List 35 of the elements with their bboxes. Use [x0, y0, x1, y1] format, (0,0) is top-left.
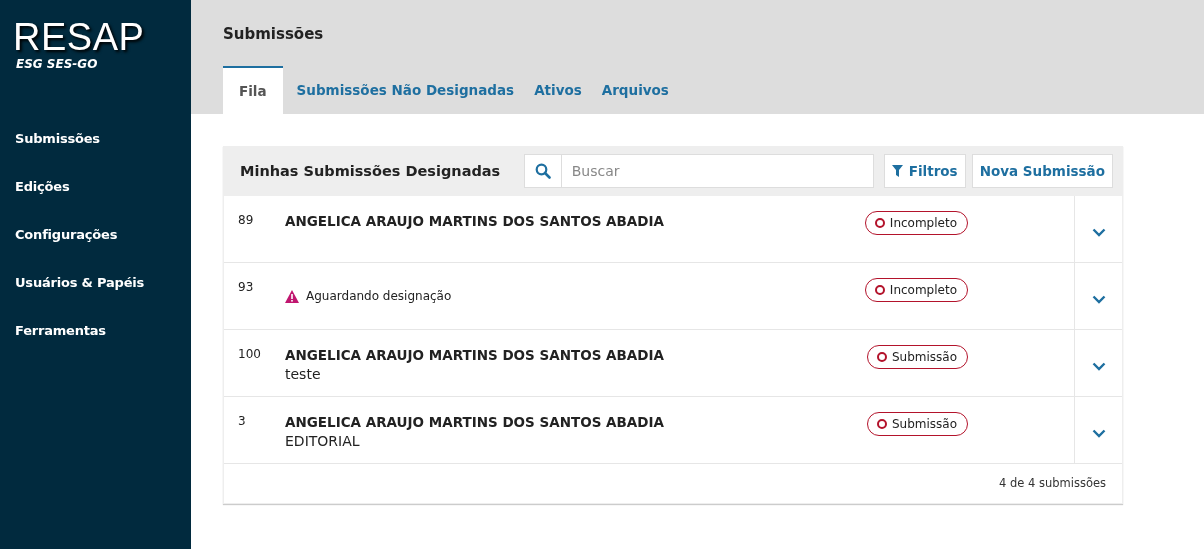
submission-id: 3 [238, 414, 247, 428]
author-name[interactable]: ANGELICA ARAUJO MARTINS DOS SANTOS ABADIA [285, 213, 664, 229]
submission-id: 89 [238, 213, 255, 227]
sidebar-item[interactable]: Ferramentas [0, 307, 121, 355]
expand-chevron-icon[interactable] [1091, 227, 1106, 237]
submission-id: 93 [238, 280, 255, 294]
author-name[interactable]: ANGELICA ARAUJO MARTINS DOS SANTOS ABADIA [285, 347, 664, 363]
submission-id: 100 [238, 347, 262, 361]
tab[interactable]: Ativos [524, 66, 592, 114]
sidebar-item[interactable]: Configurações [0, 211, 133, 259]
sidebar-item[interactable]: Usuários & Papéis [0, 259, 160, 307]
filter-icon [891, 165, 903, 177]
logo-subtitle: ESG SES-GO [15, 57, 98, 71]
new-submission-button[interactable]: Nova Submissão [971, 154, 1113, 188]
warning-notice: Aguardando designação [306, 289, 452, 303]
search-field[interactable]: Buscar [561, 154, 874, 188]
submission-count: 4 de 4 submissões [998, 476, 1106, 490]
expand-chevron-icon[interactable] [1091, 361, 1106, 371]
warning-icon [285, 289, 299, 303]
search-button[interactable] [523, 154, 562, 188]
panel-title: Minhas Submissões Designadas [240, 163, 502, 179]
expand-chevron-icon[interactable] [1091, 294, 1106, 304]
author-name[interactable]: ANGELICA ARAUJO MARTINS DOS SANTOS ABADIA [285, 414, 664, 430]
logo-title[interactable]: RESAP [13, 18, 145, 56]
tab[interactable]: Fila [223, 66, 283, 114]
page-title: Submissões [223, 24, 324, 44]
tab[interactable]: Submissões Não Designadas [286, 66, 525, 114]
sidebar-item[interactable]: Submissões [0, 115, 115, 163]
submission-title: teste [285, 366, 321, 382]
filter-button[interactable]: Filtros [883, 154, 966, 188]
search-icon [534, 163, 551, 179]
submission-title: EDITORIAL [285, 433, 360, 449]
sidebar-item[interactable]: Edições [0, 163, 85, 211]
expand-chevron-icon[interactable] [1091, 428, 1106, 438]
tab[interactable]: Arquivos [591, 66, 679, 114]
